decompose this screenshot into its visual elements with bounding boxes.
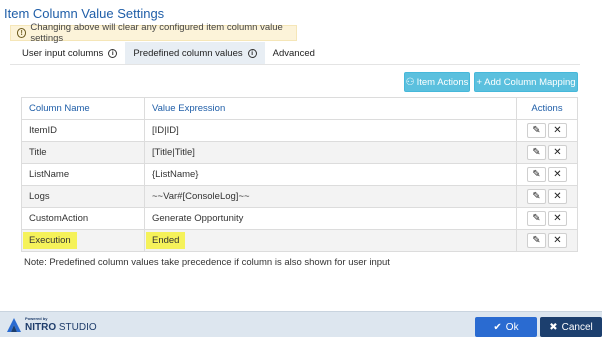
edit-icon[interactable]: ✎ [527, 211, 546, 226]
cell-column-name: Logs [21, 185, 145, 208]
tab-predefined-column-values[interactable]: Predefined column values i [125, 42, 265, 64]
table-row: ItemID [ID|ID] ✎ ✕ [21, 119, 578, 142]
cell-column-name: CustomAction [21, 207, 145, 230]
add-column-mapping-label: + Add Column Mapping [476, 76, 576, 88]
info-icon[interactable]: i [247, 48, 257, 58]
cell-actions: ✎ ✕ [516, 229, 578, 252]
cell-value-expression: [ID|ID] [144, 119, 517, 142]
brand-rest: STUDIO [56, 321, 97, 333]
close-icon: ✖ [549, 321, 558, 333]
table-header-row: Column Name Value Expression Actions [21, 97, 578, 120]
brand-name: NITRO STUDIO [25, 322, 97, 333]
cell-value-expression: ~~Var#[ConsoleLog]~~ [144, 185, 517, 208]
delete-icon[interactable]: ✕ [548, 233, 567, 248]
cell-column-name: ItemID [21, 119, 145, 142]
ok-label: Ok [505, 321, 519, 333]
table-row: CustomAction Generate Opportunity ✎ ✕ [21, 207, 578, 230]
edit-icon[interactable]: ✎ [527, 189, 546, 204]
cell-actions: ✎ ✕ [516, 141, 578, 164]
cell-value-expression: Generate Opportunity [144, 207, 517, 230]
nitro-studio-logo: Powered by NITRO STUDIO [6, 316, 97, 333]
dialog-footer: Powered by NITRO STUDIO ✔ Ok ✖ Cancel [0, 311, 602, 337]
table-row: Title [Title|Title] ✎ ✕ [21, 141, 578, 164]
table-row: ListName {ListName} ✎ ✕ [21, 163, 578, 186]
info-icon[interactable]: i [108, 48, 118, 58]
people-icon: ⚇ [405, 76, 415, 88]
cancel-button[interactable]: ✖ Cancel [540, 317, 602, 337]
tab-label: User input columns [22, 47, 104, 59]
delete-icon[interactable]: ✕ [548, 123, 567, 138]
table-row: Logs ~~Var#[ConsoleLog]~~ ✎ ✕ [21, 185, 578, 208]
edit-icon[interactable]: ✎ [527, 167, 546, 182]
cell-actions: ✎ ✕ [516, 119, 578, 142]
powered-by-text: Powered by [25, 316, 48, 321]
brand-bold: NITRO [25, 321, 57, 333]
cell-value-expression: [Title|Title] [144, 141, 517, 164]
warning-icon: ! [17, 28, 27, 38]
header-value-expression: Value Expression [144, 97, 517, 120]
edit-icon[interactable]: ✎ [527, 123, 546, 138]
cell-column-name: ListName [21, 163, 145, 186]
cell-actions: ✎ ✕ [516, 185, 578, 208]
header-actions: Actions [516, 97, 578, 120]
tab-divider [10, 64, 580, 65]
add-column-mapping-button[interactable]: + Add Column Mapping [474, 72, 578, 92]
delete-icon[interactable]: ✕ [548, 211, 567, 226]
tab-advanced[interactable]: Advanced [265, 42, 323, 64]
cancel-label: Cancel [561, 321, 593, 333]
precedence-note: Note: Predefined column values take prec… [24, 257, 390, 268]
header-column-name: Column Name [21, 97, 145, 120]
cell-column-name: Execution [21, 229, 145, 252]
cell-column-name: Title [21, 141, 145, 164]
tab-bar: User input columns i Predefined column v… [14, 42, 323, 64]
tab-label: Advanced [272, 47, 315, 59]
delete-icon[interactable]: ✕ [548, 189, 567, 204]
cell-value-expression: Ended [144, 229, 517, 252]
cell-actions: ✎ ✕ [516, 163, 578, 186]
cell-actions: ✎ ✕ [516, 207, 578, 230]
edit-icon[interactable]: ✎ [527, 233, 546, 248]
cell-value-expression: {ListName} [144, 163, 517, 186]
item-actions-label: Item Actions [416, 76, 469, 88]
tab-user-input-columns[interactable]: User input columns i [14, 42, 125, 64]
warning-text: Changing above will clear any configured… [30, 22, 283, 44]
warning-banner: ! Changing above will clear any configur… [10, 22, 297, 44]
tab-label: Predefined column values [133, 47, 243, 59]
dialog-title: Item Column Value Settings [4, 6, 165, 21]
check-icon: ✔ [493, 321, 502, 333]
table-row: Execution Ended ✎ ✕ [21, 229, 578, 252]
column-values-table: Column Name Value Expression Actions Ite… [21, 97, 578, 252]
edit-icon[interactable]: ✎ [527, 145, 546, 160]
highlighted-text: Execution [23, 232, 77, 249]
nitro-logo-icon [7, 318, 21, 332]
delete-icon[interactable]: ✕ [548, 145, 567, 160]
item-actions-button[interactable]: ⚇ Item Actions [404, 72, 470, 92]
highlighted-text: Ended [146, 232, 186, 249]
delete-icon[interactable]: ✕ [548, 167, 567, 182]
ok-button[interactable]: ✔ Ok [475, 317, 537, 337]
